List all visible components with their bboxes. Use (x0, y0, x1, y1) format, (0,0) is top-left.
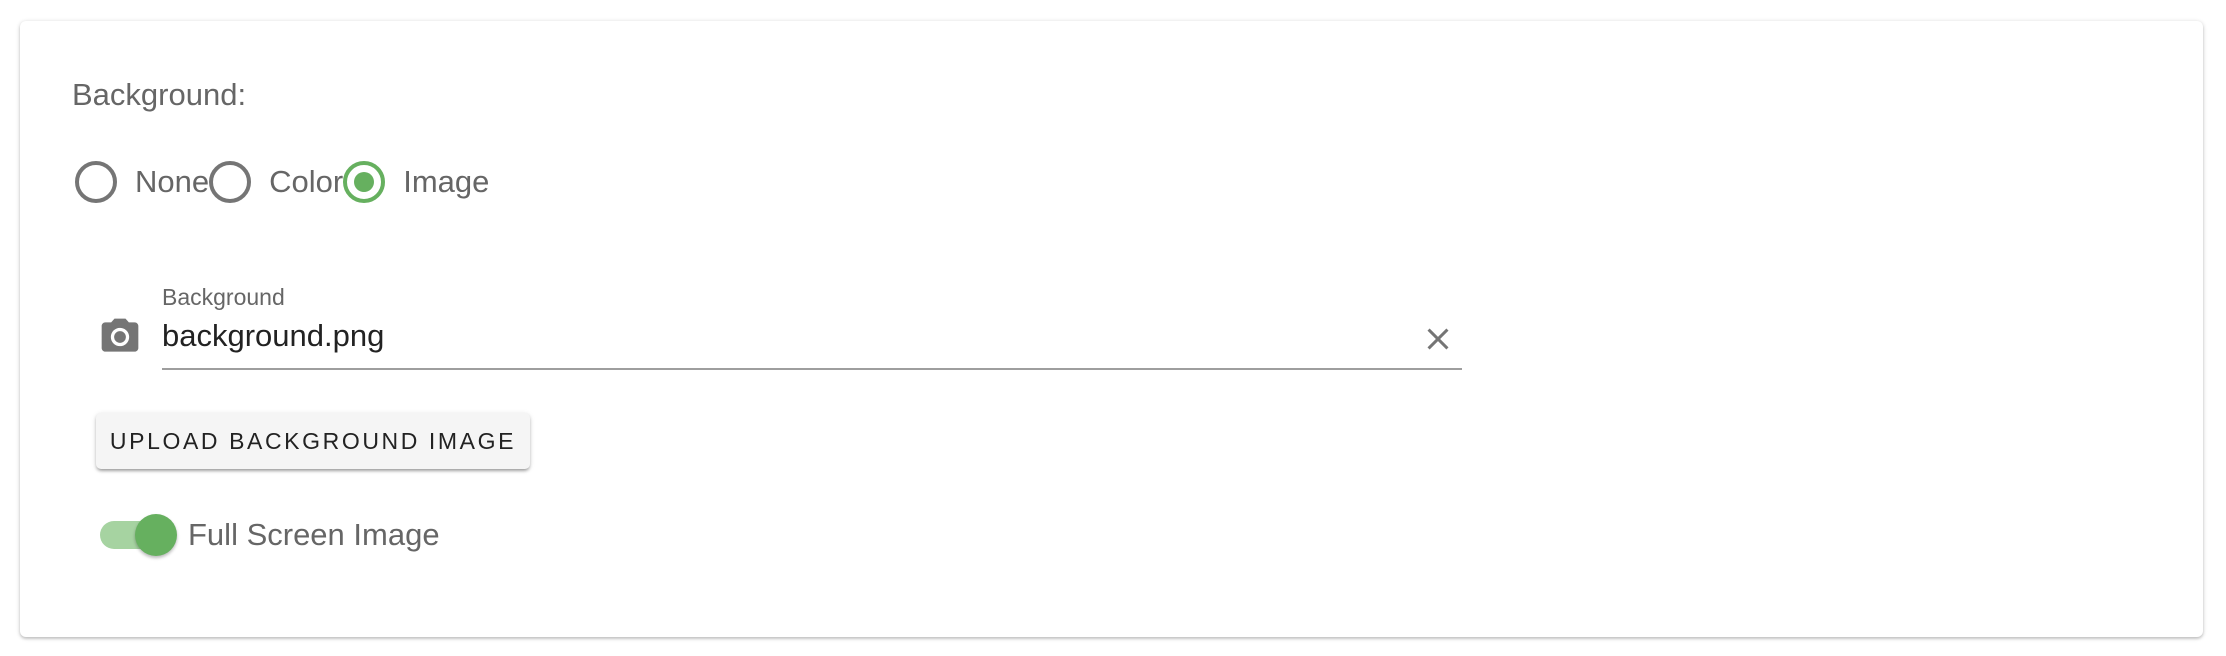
radio-color[interactable]: Color (209, 161, 343, 203)
background-field-label: Background (162, 284, 285, 310)
close-icon[interactable] (1420, 321, 1456, 357)
radio-image[interactable]: Image (343, 161, 489, 203)
background-field-underline (162, 368, 1462, 370)
background-type-radio-group: None Color Image (75, 161, 489, 203)
radio-none-label[interactable]: None (135, 161, 209, 203)
background-file-input[interactable] (162, 315, 1392, 357)
radio-none-circle[interactable] (75, 161, 117, 203)
radio-none[interactable]: None (75, 161, 209, 203)
section-title: Background: (72, 77, 247, 112)
radio-image-circle[interactable] (343, 161, 386, 203)
radio-color-circle[interactable] (209, 161, 252, 203)
radio-image-label[interactable]: Image (403, 161, 489, 203)
full-screen-image-label[interactable]: Full Screen Image (188, 514, 440, 556)
radio-color-label[interactable]: Color (269, 161, 343, 203)
camera-icon (101, 318, 139, 352)
full-screen-image-toggle[interactable] (98, 513, 178, 557)
background-settings-card: Background: None Color Image Background … (20, 21, 2203, 637)
toggle-thumb[interactable] (135, 514, 177, 556)
upload-background-image-button[interactable]: UPLOAD BACKGROUND IMAGE (96, 413, 530, 469)
